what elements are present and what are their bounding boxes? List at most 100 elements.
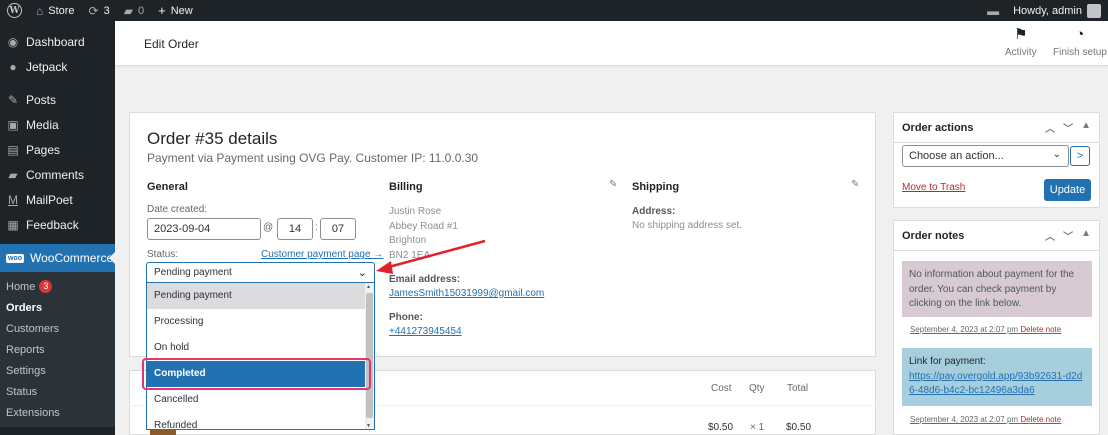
home-icon: ⌂ xyxy=(36,3,44,18)
order-notes-header: Order notes ︿ ﹀ ▲ xyxy=(894,221,1099,251)
status-option-refunded[interactable]: Refunded xyxy=(147,413,365,429)
wp-logo-button[interactable]: W xyxy=(0,0,29,21)
date-created-input[interactable]: 2023-09-04 xyxy=(147,218,261,240)
move-up-icon[interactable]: ︿ xyxy=(1045,120,1055,135)
edit-shipping-pencil-icon[interactable]: ✎ xyxy=(851,179,859,190)
item-cost: $0.50 xyxy=(708,422,734,433)
edit-billing-pencil-icon[interactable]: ✎ xyxy=(609,179,617,190)
move-up-icon[interactable]: ︿ xyxy=(1045,228,1055,243)
submenu-label: Home xyxy=(6,280,36,293)
move-down-icon[interactable]: ﹀ xyxy=(1063,120,1073,135)
screen-icon-button[interactable]: ▬ xyxy=(980,0,1006,21)
sidebar-item-mailpoet[interactable]: M MailPoet xyxy=(0,187,115,212)
updates-count: 3 xyxy=(103,4,110,17)
order-title: Order #35 details xyxy=(147,129,278,148)
submenu-label: Extensions xyxy=(6,406,60,419)
refresh-icon: ⟳ xyxy=(88,3,99,18)
update-button[interactable]: Update xyxy=(1044,179,1091,201)
shipping-heading: Shipping xyxy=(632,181,680,193)
sidebar-item-label: Comments xyxy=(26,167,85,182)
sidebar-item-jetpack[interactable]: ● Jetpack xyxy=(0,54,115,79)
order-note-customer: Link for payment: https://pay.overgold.a… xyxy=(902,348,1092,406)
monitor-icon: ▬ xyxy=(987,3,1000,18)
sidebar-item-woocommerce[interactable]: woo WooCommerce xyxy=(0,244,115,272)
submenu-item-reports[interactable]: Reports xyxy=(0,339,115,360)
submenu-item-orders[interactable]: Orders xyxy=(0,297,115,318)
sidebar-item-dashboard[interactable]: ◉ Dashboard xyxy=(0,29,115,54)
sidebar-item-label: Feedback xyxy=(26,217,79,232)
billing-city: Brighton xyxy=(389,235,427,246)
sidebar-item-label: WooCommerce xyxy=(30,251,114,265)
submenu-label: Settings xyxy=(6,364,46,377)
sidebar-item-comments[interactable]: ▰ Comments xyxy=(0,162,115,187)
scroll-down-icon[interactable]: ▼ xyxy=(366,423,371,429)
cost-column-header: Cost xyxy=(711,383,732,394)
updates-link[interactable]: ⟳ 3 xyxy=(82,0,117,21)
scrollbar-thumb[interactable] xyxy=(366,293,373,418)
flag-icon: ⚑ xyxy=(1014,26,1028,43)
delete-note-link[interactable]: Delete note xyxy=(1020,325,1061,334)
sidebar-item-label: MailPoet xyxy=(26,192,73,207)
minute-input[interactable]: 07 xyxy=(320,218,356,240)
shipping-address-value: No shipping address set. xyxy=(632,220,743,231)
status-option-pending[interactable]: Pending payment xyxy=(147,283,365,309)
pin-icon: ✎ xyxy=(7,92,19,107)
completed-highlight-box xyxy=(142,358,371,390)
woocommerce-icon: woo xyxy=(6,253,24,263)
sidebar-item-label: Media xyxy=(26,117,59,132)
scroll-up-icon[interactable]: ▲ xyxy=(366,284,371,290)
admin-bar: W ⌂ Store ⟳ 3 ▰ 0 + New ▬ Howdy, admin xyxy=(0,0,1108,21)
status-option-cancelled[interactable]: Cancelled xyxy=(147,387,365,413)
order-actions-title: Order actions xyxy=(902,121,974,134)
activity-button[interactable]: ⚑ Activity xyxy=(1005,26,1037,59)
submenu-item-home[interactable]: Home 3 xyxy=(0,276,115,297)
submenu-item-settings[interactable]: Settings xyxy=(0,360,115,381)
sidebar-item-label: Jetpack xyxy=(26,59,68,74)
sidebar-item-pages[interactable]: ▤ Pages xyxy=(0,137,115,162)
order-status-select[interactable]: Pending payment ⌄ xyxy=(146,262,375,283)
sidebar-item-feedback[interactable]: ▦ Feedback xyxy=(0,212,115,237)
note-date: September 4, 2023 at 2:07 pm xyxy=(910,325,1019,334)
comments-icon: ▰ xyxy=(8,167,18,182)
customer-payment-page-link[interactable]: Customer payment page → xyxy=(261,249,383,260)
delete-note-link[interactable]: Delete note xyxy=(1020,415,1061,424)
submenu-label: Status xyxy=(6,385,38,398)
mailpoet-icon: M xyxy=(8,192,18,207)
shipping-address-label: Address: xyxy=(632,206,676,217)
order-note-meta: September 4, 2023 at 2:07 pm Delete note xyxy=(910,415,1061,424)
item-total: $0.50 xyxy=(786,422,812,433)
dropdown-scrollbar[interactable]: ▲ ▼ xyxy=(365,283,374,429)
apply-action-button[interactable]: > xyxy=(1070,146,1090,166)
billing-name: Justin Rose xyxy=(389,206,442,217)
email-link[interactable]: JamesSmith15031999@gmail.com xyxy=(389,288,544,299)
order-note-meta: September 4, 2023 at 2:07 pm Delete note xyxy=(910,325,1061,334)
new-content-link[interactable]: + New xyxy=(151,0,200,21)
hour-input[interactable]: 14 xyxy=(277,218,313,240)
status-dropdown-list: Pending payment Processing On hold Compl… xyxy=(146,283,375,430)
move-to-trash-link[interactable]: Move to Trash xyxy=(902,182,965,193)
order-action-select[interactable]: Choose an action... ⌄ xyxy=(902,145,1069,167)
sidebar-item-posts[interactable]: ✎ Posts xyxy=(0,87,115,112)
comments-link[interactable]: ▰ 0 xyxy=(117,0,151,21)
my-account-link[interactable]: Howdy, admin xyxy=(1006,0,1108,21)
chevron-down-icon: ⌄ xyxy=(357,267,367,279)
submenu-item-customers[interactable]: Customers xyxy=(0,318,115,339)
move-down-icon[interactable]: ﹀ xyxy=(1063,228,1073,243)
phone-label: Phone: xyxy=(389,312,423,323)
site-name-link[interactable]: ⌂ Store xyxy=(29,0,82,21)
submenu-item-extensions[interactable]: Extensions xyxy=(0,402,115,423)
payment-link[interactable]: https://pay.overgold.app/93b92631-d2d6-4… xyxy=(909,371,1082,397)
action-select-value: Choose an action... xyxy=(909,150,1004,162)
pages-icon: ▤ xyxy=(7,142,19,157)
status-option-processing[interactable]: Processing xyxy=(147,309,365,335)
phone-link[interactable]: +441273945454 xyxy=(389,326,462,337)
submenu-item-status[interactable]: Status xyxy=(0,381,115,402)
comments-count: 0 xyxy=(137,4,145,17)
plus-icon: + xyxy=(158,3,166,18)
chevron-down-icon: ⌄ xyxy=(1052,149,1061,160)
sidebar-item-media[interactable]: ▣ Media xyxy=(0,112,115,137)
collapse-toggle-icon[interactable]: ▲ xyxy=(1081,228,1091,243)
billing-heading: Billing xyxy=(389,181,423,193)
collapse-toggle-icon[interactable]: ▲ xyxy=(1081,120,1091,135)
finish-setup-button[interactable]: ◔ Finish setup xyxy=(1053,27,1107,59)
